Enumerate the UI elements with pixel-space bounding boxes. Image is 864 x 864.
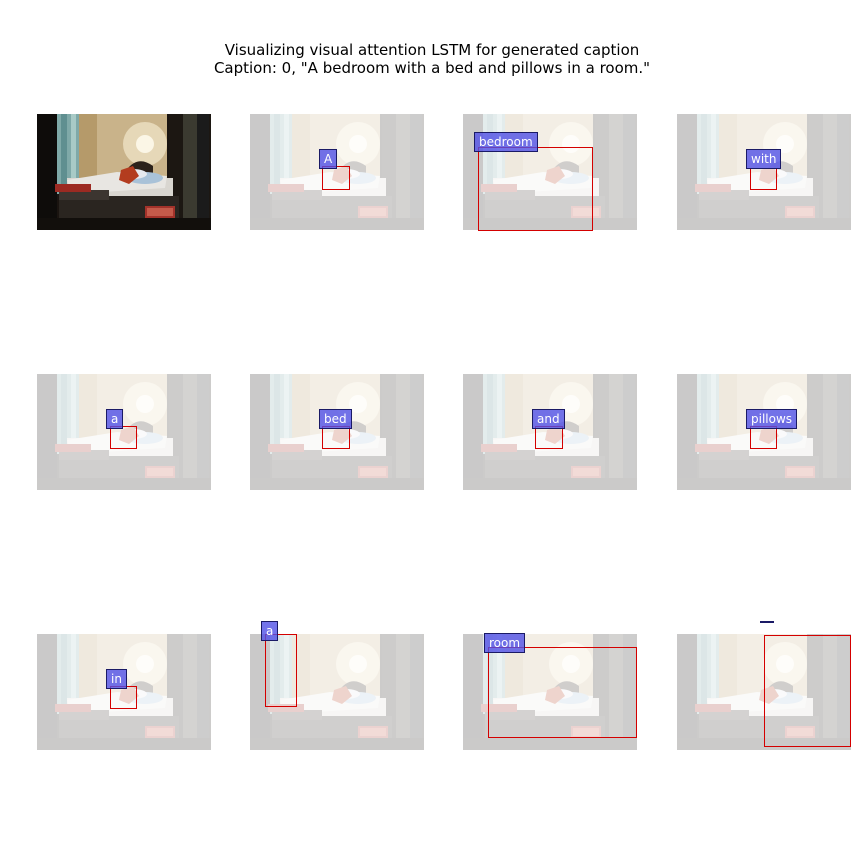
attention-box [750, 426, 777, 449]
attention-box [535, 426, 563, 449]
word-label: and [532, 409, 565, 429]
attention-box [478, 147, 593, 231]
attention-box [110, 426, 137, 449]
word-label: with [746, 149, 782, 169]
panel-word-1: A [250, 114, 424, 230]
attention-box [322, 426, 350, 449]
word-label: bed [319, 409, 352, 429]
panel-word-11 [677, 621, 851, 750]
word-label: a [106, 409, 124, 429]
word-label: pillows [746, 409, 798, 429]
panel-word-3: with [677, 114, 851, 230]
word-label: bedroom [474, 132, 538, 152]
figure-title-line1: Visualizing visual attention LSTM for ge… [224, 41, 640, 59]
panel-word-7: pillows [677, 374, 851, 490]
word-label: A [319, 149, 338, 169]
bedroom-photo [37, 114, 211, 230]
panel-word-9: a [250, 621, 424, 750]
panel-word-2: bedroom [463, 114, 637, 231]
attention-box [265, 634, 297, 707]
figure-title-line2: Caption: 0, "A bedroom with a bed and pi… [213, 59, 651, 77]
attention-box [110, 686, 137, 709]
panel-word-4: a [37, 374, 211, 490]
attention-box [750, 168, 777, 190]
word-label: a [261, 621, 279, 641]
attention-box [764, 635, 851, 747]
panel-original-image [37, 114, 211, 230]
panel-word-8: in [37, 634, 211, 750]
word-label: room [484, 633, 526, 653]
attention-box [488, 647, 637, 738]
attention-box [322, 166, 350, 190]
word-label: in [106, 669, 127, 689]
panel-word-10: room [463, 633, 637, 750]
panel-word-6: and [463, 374, 637, 490]
word-label [760, 621, 774, 623]
panel-word-5: bed [250, 374, 424, 490]
